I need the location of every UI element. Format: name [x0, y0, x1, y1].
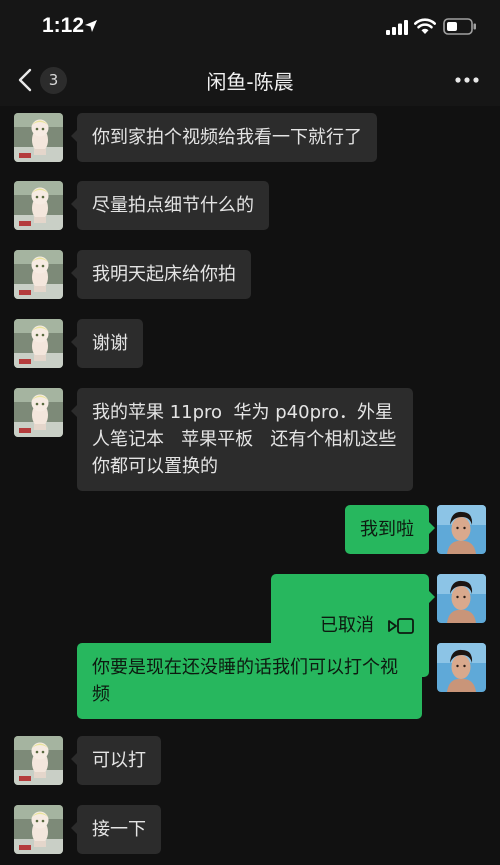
contact-avatar[interactable]	[14, 113, 63, 162]
battery-icon	[443, 18, 476, 35]
status-bar: 1:12	[0, 0, 500, 56]
user-avatar[interactable]	[437, 505, 486, 554]
incoming-message-bubble[interactable]: 尽量拍点细节什么的	[71, 181, 269, 230]
contact-avatar[interactable]	[14, 250, 63, 299]
cellular-signal-icon	[386, 20, 408, 35]
chat-title: 闲鱼-陈晨	[206, 70, 294, 94]
contact-avatar[interactable]	[14, 319, 63, 368]
more-options-icon[interactable]	[454, 76, 480, 84]
location-arrow-icon	[85, 20, 97, 32]
call-status-text: 已取消	[320, 615, 374, 636]
incoming-message-bubble[interactable]: 可以打	[71, 736, 161, 785]
user-avatar[interactable]	[437, 643, 486, 692]
contact-avatar[interactable]	[14, 388, 63, 437]
outgoing-message-bubble[interactable]: 你要是现在还没睡的话我们可以打个视频	[77, 643, 428, 719]
contact-avatar[interactable]	[14, 181, 63, 230]
incoming-message-bubble[interactable]: 你到家拍个视频给我看一下就行了	[71, 113, 377, 162]
incoming-message-bubble[interactable]: 接一下	[71, 805, 161, 854]
outgoing-message-bubble[interactable]: 我到啦	[345, 505, 435, 554]
incoming-message-bubble[interactable]: 我的苹果 11pro 华为 p40pro．外星人笔记本 苹果平板 还有个相机这些…	[71, 388, 413, 491]
user-avatar[interactable]	[437, 574, 486, 623]
wifi-icon	[414, 18, 436, 34]
contact-avatar[interactable]	[14, 736, 63, 785]
incoming-message-bubble[interactable]: 谢谢	[71, 319, 143, 368]
chat-header: 3 闲鱼-陈晨	[0, 56, 500, 106]
video-call-icon	[388, 618, 414, 634]
incoming-message-bubble[interactable]: 我明天起床给你拍	[71, 250, 251, 299]
status-time: 1:12	[42, 14, 85, 37]
contact-avatar[interactable]	[14, 805, 63, 854]
message-list[interactable]: 你到家拍个视频给我看一下就行了 尽量拍点细节什么的 我明天起床给你拍 谢谢 我的…	[0, 106, 500, 865]
